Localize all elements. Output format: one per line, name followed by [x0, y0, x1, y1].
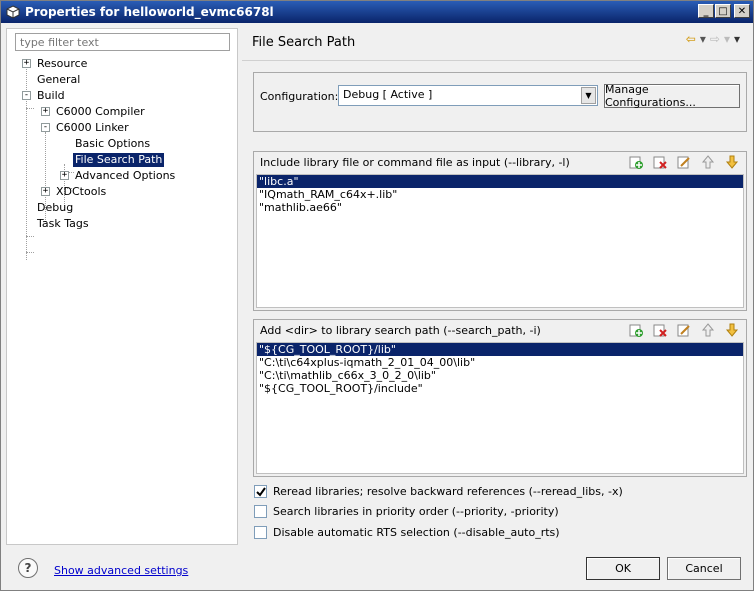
chevron-down-icon[interactable]: ▼: [581, 87, 596, 104]
page-title: File Search Path: [252, 35, 356, 50]
back-dropdown-icon[interactable]: ▾: [700, 32, 706, 46]
expand-toggle[interactable]: +: [60, 171, 69, 180]
edit-icon[interactable]: [676, 154, 692, 170]
close-button[interactable]: ✕: [734, 4, 750, 18]
option-label: Disable automatic RTS selection (--disab…: [273, 526, 560, 539]
tree-item-resource[interactable]: + Resource: [22, 56, 89, 72]
tree-item-label: Resource: [37, 57, 88, 70]
tree-item-label: Task Tags: [37, 217, 89, 230]
option-label: Search libraries in priority order (--pr…: [273, 505, 559, 518]
option-label: Reread libraries; resolve backward refer…: [273, 485, 623, 498]
tree-item-c6000-linker[interactable]: - C6000 Linker: [41, 120, 131, 136]
move-up-icon[interactable]: [700, 154, 716, 170]
forward-arrow-icon[interactable]: ⇨: [710, 32, 720, 46]
configuration-select[interactable]: Debug [ Active ] ▼: [338, 85, 598, 106]
library-toolbar: [628, 154, 740, 170]
list-item[interactable]: "C:\ti\c64xplus-iqmath_2_01_04_00\lib": [257, 356, 743, 369]
list-item[interactable]: "${CG_TOOL_ROOT}/lib": [257, 343, 743, 356]
tree-item-advanced-options[interactable]: + Advanced Options: [60, 168, 177, 184]
tree-item-label: C6000 Linker: [56, 121, 129, 134]
tree-item-file-search-path[interactable]: File Search Path: [60, 152, 165, 168]
tree-item-c6000-compiler[interactable]: + C6000 Compiler: [41, 104, 147, 120]
window-title: Properties for helloworld_evmc6678l: [25, 5, 274, 19]
title-bar[interactable]: Properties for helloworld_evmc6678l _ □ …: [1, 1, 753, 23]
tree-item-basic-options[interactable]: Basic Options: [60, 136, 152, 152]
move-up-icon[interactable]: [700, 322, 716, 338]
back-arrow-icon[interactable]: ⇦: [686, 32, 696, 46]
collapse-toggle[interactable]: -: [41, 123, 50, 132]
add-icon[interactable]: [628, 322, 644, 338]
navigation-pane: + Resource General - Build + C6000 Compi…: [6, 28, 238, 545]
move-down-icon[interactable]: [724, 322, 740, 338]
search-path-toolbar: [628, 322, 740, 338]
tree-item-label: File Search Path: [73, 153, 165, 167]
edit-icon[interactable]: [676, 322, 692, 338]
tree-item-label: XDCtools: [56, 185, 107, 198]
properties-dialog: Properties for helloworld_evmc6678l _ □ …: [0, 0, 754, 591]
library-panel-header: Include library file or command file as …: [260, 156, 570, 169]
list-item[interactable]: "mathlib.ae66": [257, 201, 743, 214]
tree-item-debug[interactable]: Debug: [22, 200, 75, 216]
collapse-toggle[interactable]: -: [22, 91, 31, 100]
add-icon[interactable]: [628, 154, 644, 170]
cancel-button[interactable]: Cancel: [667, 557, 741, 580]
tree-item-label: Debug: [37, 201, 74, 214]
checkbox-checked[interactable]: [254, 485, 267, 498]
forward-dropdown-icon[interactable]: ▾: [724, 32, 730, 46]
delete-icon[interactable]: [652, 154, 668, 170]
help-icon[interactable]: ?: [18, 558, 38, 578]
maximize-button[interactable]: □: [715, 4, 731, 18]
eclipse-cube-icon: [5, 4, 21, 20]
tree-item-label: Advanced Options: [75, 169, 176, 182]
configuration-label: Configuration:: [260, 90, 339, 103]
manage-configurations-button[interactable]: Manage Configurations...: [604, 83, 740, 109]
tree-item-label: Basic Options: [75, 137, 151, 150]
content-pane: File Search Path ⇦ ▾ ⇨ ▾ ▾ Configuration…: [242, 28, 752, 545]
list-item[interactable]: "C:\ti\mathlib_c66x_3_0_2_0\lib": [257, 369, 743, 382]
library-list[interactable]: "libc.a" "IQmath_RAM_c64x+.lib" "mathlib…: [256, 174, 744, 308]
disable-auto-rts-checkbox[interactable]: Disable automatic RTS selection (--disab…: [254, 526, 560, 539]
dialog-footer: ? Show advanced settings OK Cancel: [1, 546, 753, 590]
tree-item-general[interactable]: General: [22, 72, 82, 88]
move-down-icon[interactable]: [724, 154, 740, 170]
search-path-panel-header: Add <dir> to library search path (--sear…: [260, 324, 541, 337]
list-item[interactable]: "libc.a": [257, 175, 743, 188]
search-path-panel: Add <dir> to library search path (--sear…: [253, 319, 747, 477]
expand-toggle[interactable]: +: [41, 187, 50, 196]
tree-item-build[interactable]: - Build: [22, 88, 67, 104]
expand-toggle[interactable]: +: [41, 107, 50, 116]
tree-item-label: C6000 Compiler: [56, 105, 145, 118]
tree-item-xdctools[interactable]: + XDCtools: [41, 184, 108, 200]
checkbox-unchecked[interactable]: [254, 505, 267, 518]
filter-input[interactable]: [15, 33, 230, 51]
tree-item-label: General: [37, 73, 81, 86]
checkbox-unchecked[interactable]: [254, 526, 267, 539]
configuration-value: Debug [ Active ]: [343, 88, 433, 101]
reread-libraries-checkbox[interactable]: Reread libraries; resolve backward refer…: [254, 485, 623, 498]
priority-order-checkbox[interactable]: Search libraries in priority order (--pr…: [254, 505, 559, 518]
expand-toggle[interactable]: +: [22, 59, 31, 68]
configuration-group: Configuration: Debug [ Active ] ▼ Manage…: [253, 72, 747, 132]
list-item[interactable]: "${CG_TOOL_ROOT}/include": [257, 382, 743, 395]
show-advanced-settings-link[interactable]: Show advanced settings: [54, 564, 188, 577]
history-nav: ⇦ ▾ ⇨ ▾ ▾: [686, 32, 740, 46]
view-menu-icon[interactable]: ▾: [734, 32, 740, 46]
delete-icon[interactable]: [652, 322, 668, 338]
list-item[interactable]: "IQmath_RAM_c64x+.lib": [257, 188, 743, 201]
search-path-list[interactable]: "${CG_TOOL_ROOT}/lib" "C:\ti\c64xplus-iq…: [256, 342, 744, 474]
minimize-button[interactable]: _: [698, 4, 714, 18]
header-divider: [242, 60, 752, 61]
tree-item-task-tags[interactable]: Task Tags: [22, 216, 91, 232]
tree-item-label: Build: [37, 89, 65, 102]
library-panel: Include library file or command file as …: [253, 151, 747, 311]
ok-button[interactable]: OK: [586, 557, 660, 580]
